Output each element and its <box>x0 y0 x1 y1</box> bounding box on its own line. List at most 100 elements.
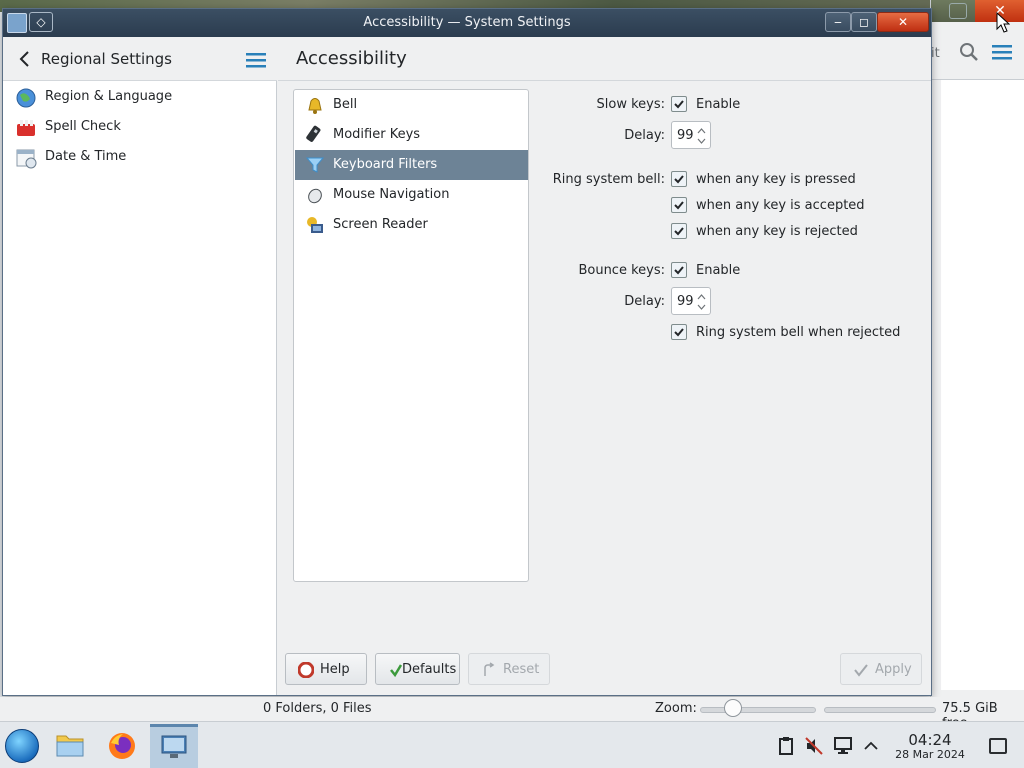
chevron-up-icon[interactable] <box>861 736 881 756</box>
mouse-icon <box>308 188 322 204</box>
ring-pressed-label: when any key is pressed <box>696 172 856 187</box>
slow-keys-enable-label: Enable <box>696 97 741 112</box>
apply-button[interactable]: Apply <box>840 653 922 685</box>
bounce-keys-enable-label: Enable <box>696 263 741 278</box>
check-icon <box>674 175 684 184</box>
spinbox-value: 99 <box>677 128 694 143</box>
ring-accepted-checkbox[interactable] <box>671 197 687 213</box>
module-list: Bell Modifier Keys Keyboard Filters Mous… <box>293 89 529 582</box>
sidebar-item-label: Spell Check <box>45 119 121 134</box>
defaults-button[interactable]: Defaults <box>375 653 460 685</box>
key-icon <box>306 125 321 142</box>
clock-date[interactable]: 28 Mar 2024 <box>886 748 974 761</box>
page-title: Accessibility <box>296 48 407 69</box>
defaults-button-label: Defaults <box>402 662 457 677</box>
spellcheck-icon <box>17 120 35 136</box>
slow-keys-delay-label: Delay: <box>624 128 665 143</box>
window-titlebar[interactable]: ◇ Accessibility — System Settings ‒ ◻ ✕ <box>3 9 931 37</box>
module-item-keyboard-filters[interactable]: Keyboard Filters <box>295 150 528 180</box>
zoom-label: Zoom: <box>655 701 697 716</box>
module-item-bell[interactable]: Bell <box>295 90 528 120</box>
help-icon <box>298 662 314 678</box>
sidebar-item-region-language[interactable]: Region & Language <box>3 83 277 113</box>
search-icon[interactable] <box>959 42 979 62</box>
minimize-button[interactable]: ‒ <box>825 12 851 32</box>
spin-arrows-icon[interactable] <box>696 291 707 313</box>
module-item-mouse-navigation[interactable]: Mouse Navigation <box>295 180 528 210</box>
firefox-icon <box>109 733 135 759</box>
hamburger-menu-icon[interactable] <box>245 51 267 69</box>
content-header: Accessibility <box>278 37 931 81</box>
back-arrow-icon[interactable] <box>17 50 31 68</box>
maximize-button[interactable]: ◻ <box>851 12 877 32</box>
ring-pressed-checkbox[interactable] <box>671 171 687 187</box>
screen-reader-icon <box>307 217 323 233</box>
check-icon <box>674 266 684 275</box>
hamburger-menu-icon[interactable] <box>991 42 1013 62</box>
taskbar-system-settings[interactable] <box>150 724 198 768</box>
ring-system-bell-label: Ring system bell: <box>552 172 665 187</box>
ring-rejected-checkbox[interactable] <box>671 223 687 239</box>
bounce-keys-delay-label: Delay: <box>624 294 665 309</box>
clock-time[interactable]: 04:24 <box>892 731 968 749</box>
ring-rejected-label: when any key is rejected <box>696 224 858 239</box>
taskbar: 04:24 28 Mar 2024 <box>0 721 1024 768</box>
reset-button-label: Reset <box>503 662 540 677</box>
ring-accepted-label: when any key is accepted <box>696 198 865 213</box>
clipboard-icon[interactable] <box>776 736 796 756</box>
check-icon <box>674 201 684 210</box>
taskbar-file-manager[interactable] <box>46 724 94 768</box>
window-title: Accessibility — System Settings <box>363 15 571 30</box>
sidebar: Regional Settings Region & Language Spel… <box>3 37 277 695</box>
help-button-label: Help <box>320 662 350 677</box>
spinbox-value: 99 <box>677 294 694 309</box>
bounce-keys-label: Bounce keys: <box>578 263 665 278</box>
slow-keys-checkbox[interactable] <box>671 96 687 112</box>
start-menu-button[interactable] <box>5 729 39 763</box>
globe-icon <box>16 88 36 108</box>
ring-when-rejected-label: Ring system bell when rejected <box>696 325 901 340</box>
folder-icon <box>56 735 84 757</box>
bounce-keys-delay-spinbox[interactable]: 99 <box>671 287 711 315</box>
background-restore-button[interactable] <box>949 3 967 19</box>
zoom-slider-handle[interactable] <box>724 699 742 717</box>
bounce-keys-checkbox[interactable] <box>671 262 687 278</box>
sidebar-item-spell-check[interactable]: Spell Check <box>3 113 277 143</box>
help-button[interactable]: Help <box>285 653 367 685</box>
taskbar-firefox[interactable] <box>98 724 146 768</box>
check-icon <box>674 227 684 236</box>
sidebar-title: Regional Settings <box>41 50 173 68</box>
sidebar-header: Regional Settings <box>3 37 277 81</box>
file-manager-statusbar: 0 Folders, 0 Files Zoom: 75.5 GiB free <box>0 697 1024 731</box>
background-toolbar-text: it <box>931 46 940 61</box>
background-titlebar[interactable]: ✕ <box>931 0 1024 22</box>
show-desktop-button[interactable] <box>989 738 1007 754</box>
system-settings-icon <box>161 735 187 758</box>
module-label: Modifier Keys <box>333 127 421 142</box>
module-item-screen-reader[interactable]: Screen Reader <box>295 210 528 240</box>
apply-button-label: Apply <box>875 662 912 677</box>
bell-icon <box>308 98 322 114</box>
filter-icon <box>305 157 325 173</box>
apply-icon <box>854 664 868 677</box>
sidebar-item-label: Date & Time <box>45 149 127 164</box>
module-item-modifier-keys[interactable]: Modifier Keys <box>295 120 528 150</box>
background-file-manager-window[interactable]: ✕ it <box>930 0 1024 700</box>
slow-keys-delay-spinbox[interactable]: 99 <box>671 121 711 149</box>
background-toolbar: it <box>931 22 1024 80</box>
module-label: Screen Reader <box>333 217 428 232</box>
calendar-icon <box>16 149 37 169</box>
folder-file-count: 0 Folders, 0 Files <box>263 701 372 716</box>
sidebar-item-label: Region & Language <box>45 89 173 104</box>
network-icon[interactable] <box>833 736 853 756</box>
spin-arrows-icon[interactable] <box>696 125 707 147</box>
volume-muted-icon[interactable] <box>804 736 824 756</box>
background-content-area <box>941 80 1024 690</box>
zoom-slider[interactable] <box>700 707 816 713</box>
mouse-cursor-icon <box>996 12 1010 33</box>
sidebar-item-date-time[interactable]: Date & Time <box>3 143 277 173</box>
ring-when-rejected-checkbox[interactable] <box>671 324 687 340</box>
reset-icon <box>484 662 495 676</box>
close-button[interactable]: ✕ <box>877 12 929 32</box>
reset-button[interactable]: Reset <box>468 653 550 685</box>
